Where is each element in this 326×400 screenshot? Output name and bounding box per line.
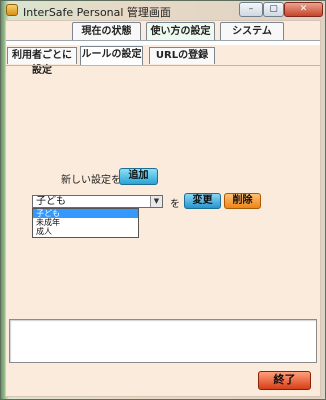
chevron-down-icon[interactable]: ▼ xyxy=(150,196,162,207)
dropdown-option-child[interactable]: 子ども xyxy=(33,209,138,218)
rule-dropdown-list: 子ども 未成年 成人 xyxy=(32,208,139,238)
delete-button[interactable]: 削除 xyxy=(224,193,261,209)
dropdown-option-minor[interactable]: 未成年 xyxy=(33,218,138,227)
message-area[interactable] xyxy=(9,319,317,363)
change-button[interactable]: 変更 xyxy=(184,193,221,209)
tab-per-user-settings[interactable]: 利用者ごとに設定 xyxy=(7,47,77,76)
app-window: InterSafe Personal 管理画面 – ▢ ✕ 現在の状態 使い方の… xyxy=(0,0,326,400)
window-title: InterSafe Personal 管理画面 xyxy=(23,6,171,19)
maximize-button[interactable]: ▢ xyxy=(263,2,284,17)
exit-button[interactable]: 終了 xyxy=(258,371,311,390)
app-icon xyxy=(6,4,18,16)
rule-select-value: 子ども xyxy=(36,196,66,207)
dropdown-option-adult[interactable]: 成人 xyxy=(33,227,138,236)
new-setting-label: 新しい設定を xyxy=(61,175,121,186)
tab-system[interactable]: システム xyxy=(220,22,284,40)
object-particle-label: を xyxy=(170,199,180,210)
title-bar[interactable]: InterSafe Personal 管理画面 – ▢ ✕ xyxy=(1,1,325,21)
rule-select[interactable]: 子ども ▼ xyxy=(32,195,163,208)
close-button[interactable]: ✕ xyxy=(284,2,323,17)
minimize-button[interactable]: – xyxy=(239,2,263,17)
tab-current-status[interactable]: 現在の状態 xyxy=(72,22,141,40)
sub-tab-bar: 利用者ごとに設定 ルールの設定 URLの登録 xyxy=(6,46,320,76)
tab-strip xyxy=(6,40,320,45)
tab-url-registration[interactable]: URLの登録 xyxy=(149,47,215,64)
sub-tab-divider xyxy=(6,65,320,66)
tab-rule-settings[interactable]: ルールの設定 xyxy=(80,46,143,65)
add-button[interactable]: 追加 xyxy=(119,168,158,185)
main-panel: 現在の状態 使い方の設定 システム 利用者ごとに設定 ルールの設定 URLの登録… xyxy=(5,20,321,397)
